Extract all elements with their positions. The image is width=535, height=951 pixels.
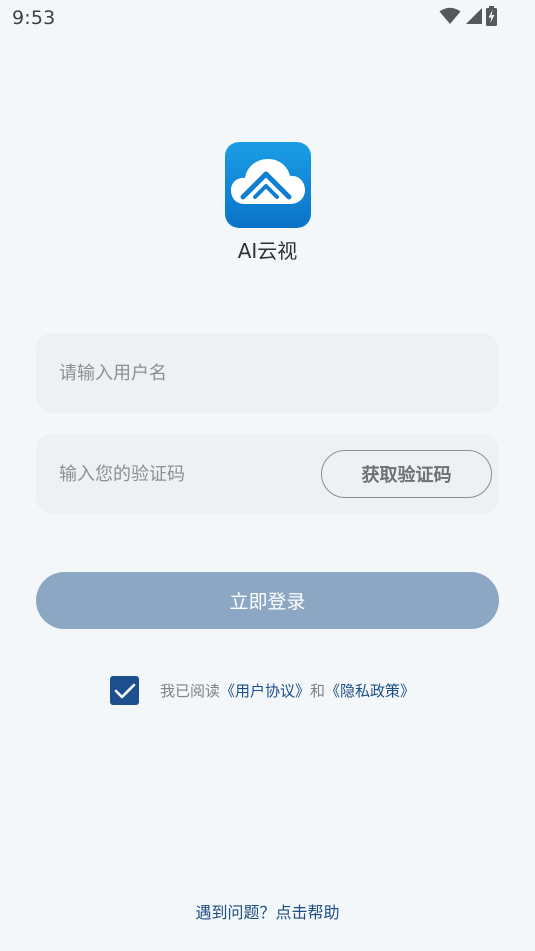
agreement-text: 我已阅读 《用户协议》 和 《隐私政策》 (160, 680, 415, 701)
status-icons (439, 6, 497, 26)
agreement-checkbox[interactable] (110, 676, 139, 705)
signal-icon (464, 7, 483, 25)
login-button[interactable]: 立即登录 (36, 572, 499, 629)
user-agreement-link[interactable]: 《用户协议》 (220, 680, 310, 701)
status-time: 9:53 (12, 7, 56, 29)
checkmark-icon (114, 683, 135, 698)
app-logo (225, 142, 311, 228)
code-field: 获取验证码 (36, 434, 499, 514)
wifi-icon (439, 7, 461, 25)
agreement-row: 我已阅读 《用户协议》 和 《隐私政策》 (110, 676, 415, 705)
help-link[interactable]: 遇到问题？点击帮助 (0, 899, 535, 923)
login-screen: 9:53 AI云视 获取验证码 立即登录 (0, 0, 535, 951)
agreement-prefix: 我已阅读 (160, 682, 221, 700)
code-input[interactable] (59, 434, 319, 514)
username-field (36, 333, 499, 413)
battery-charging-icon (486, 6, 497, 26)
get-code-button[interactable]: 获取验证码 (321, 450, 492, 498)
privacy-policy-link[interactable]: 《隐私政策》 (325, 680, 415, 701)
agreement-conjunction: 和 (310, 682, 326, 700)
username-input[interactable] (59, 333, 319, 413)
app-name: AI云视 (237, 239, 298, 263)
cloud-roof-icon (231, 159, 305, 204)
